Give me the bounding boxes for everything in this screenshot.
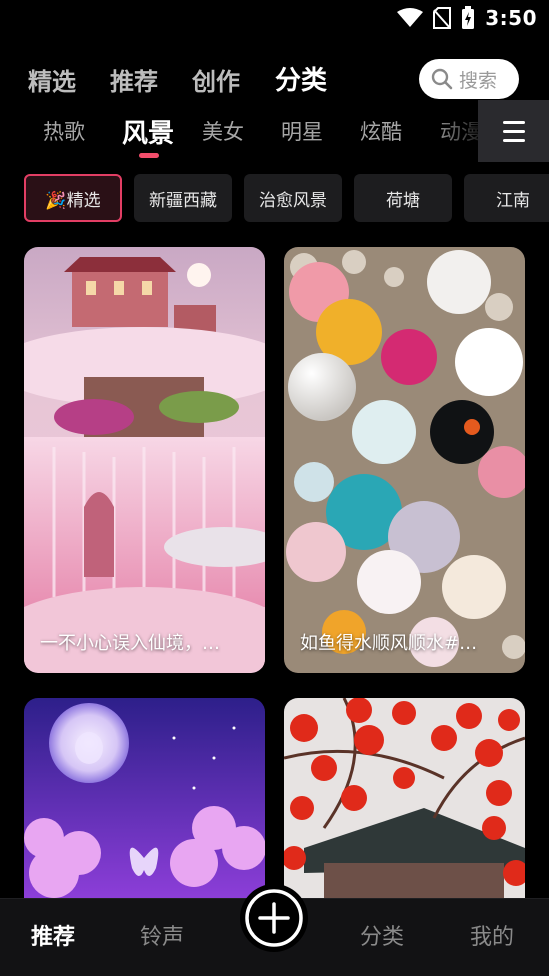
card-thumbnail [284, 698, 525, 898]
top-tab-category[interactable]: 分类 [275, 60, 327, 97]
search-placeholder: 搜索 [459, 69, 498, 92]
create-button[interactable] [240, 884, 308, 952]
bottom-nav-mine[interactable]: 我的 [470, 919, 514, 951]
wifi-icon [397, 8, 424, 27]
top-tab-featured[interactable]: 精选 [28, 62, 76, 97]
card-caption: 如鱼得水顺风顺水#… [300, 633, 478, 654]
wallpaper-card[interactable] [284, 698, 525, 898]
status-time: 3:50 [485, 6, 537, 30]
category-tab-celebrity[interactable]: 明星 [281, 116, 323, 146]
chip-featured[interactable]: 🎉精选 [24, 174, 122, 222]
top-tab-create[interactable]: 创作 [192, 62, 240, 97]
wallpaper-card[interactable] [24, 698, 265, 898]
category-tab-scenery[interactable]: 风景 [122, 113, 174, 150]
plus-circle-icon [245, 889, 303, 947]
category-tabs: 热歌 风景 美女 明星 炫酷 动漫 [0, 110, 549, 162]
category-tab-hot-songs[interactable]: 热歌 [43, 116, 85, 146]
card-caption: 一不小心误入仙境，… [40, 633, 220, 654]
top-nav: 精选 推荐 创作 分类 搜索 [0, 56, 549, 104]
card-thumbnail [24, 247, 265, 673]
chip-lotus-pond[interactable]: 荷塘 [354, 174, 452, 222]
category-menu-button[interactable] [478, 100, 549, 162]
filter-chips: 🎉精选 新疆西藏 治愈风景 荷塘 江南 [0, 174, 549, 222]
search-box[interactable]: 搜索 [419, 59, 519, 99]
menu-icon-line [502, 129, 525, 133]
chip-healing-scenery[interactable]: 治愈风景 [244, 174, 342, 222]
wallpaper-card[interactable]: 如鱼得水顺风顺水#… [284, 247, 525, 673]
search-icon [431, 68, 453, 90]
card-thumbnail [284, 247, 525, 673]
status-icons: 3:50 [397, 6, 537, 30]
card-thumbnail [24, 698, 265, 898]
bottom-nav-categories[interactable]: 分类 [360, 919, 404, 951]
no-sim-icon [433, 7, 452, 29]
status-bar: 3:50 [0, 0, 549, 40]
wallpaper-card[interactable]: 一不小心误入仙境，… [24, 247, 265, 673]
chip-jiangnan[interactable]: 江南 [464, 174, 549, 222]
top-tab-recommend[interactable]: 推荐 [110, 62, 158, 97]
active-tab-indicator [139, 153, 159, 158]
bottom-nav-ringtones[interactable]: 铃声 [140, 919, 184, 951]
category-tab-cool[interactable]: 炫酷 [360, 116, 402, 146]
bottom-nav-recommend[interactable]: 推荐 [31, 919, 75, 951]
battery-charging-icon [462, 6, 475, 29]
category-tab-beauty[interactable]: 美女 [202, 116, 244, 146]
chip-xinjiang-tibet[interactable]: 新疆西藏 [134, 174, 232, 222]
menu-icon-line [502, 120, 525, 124]
menu-icon-line [502, 138, 525, 142]
